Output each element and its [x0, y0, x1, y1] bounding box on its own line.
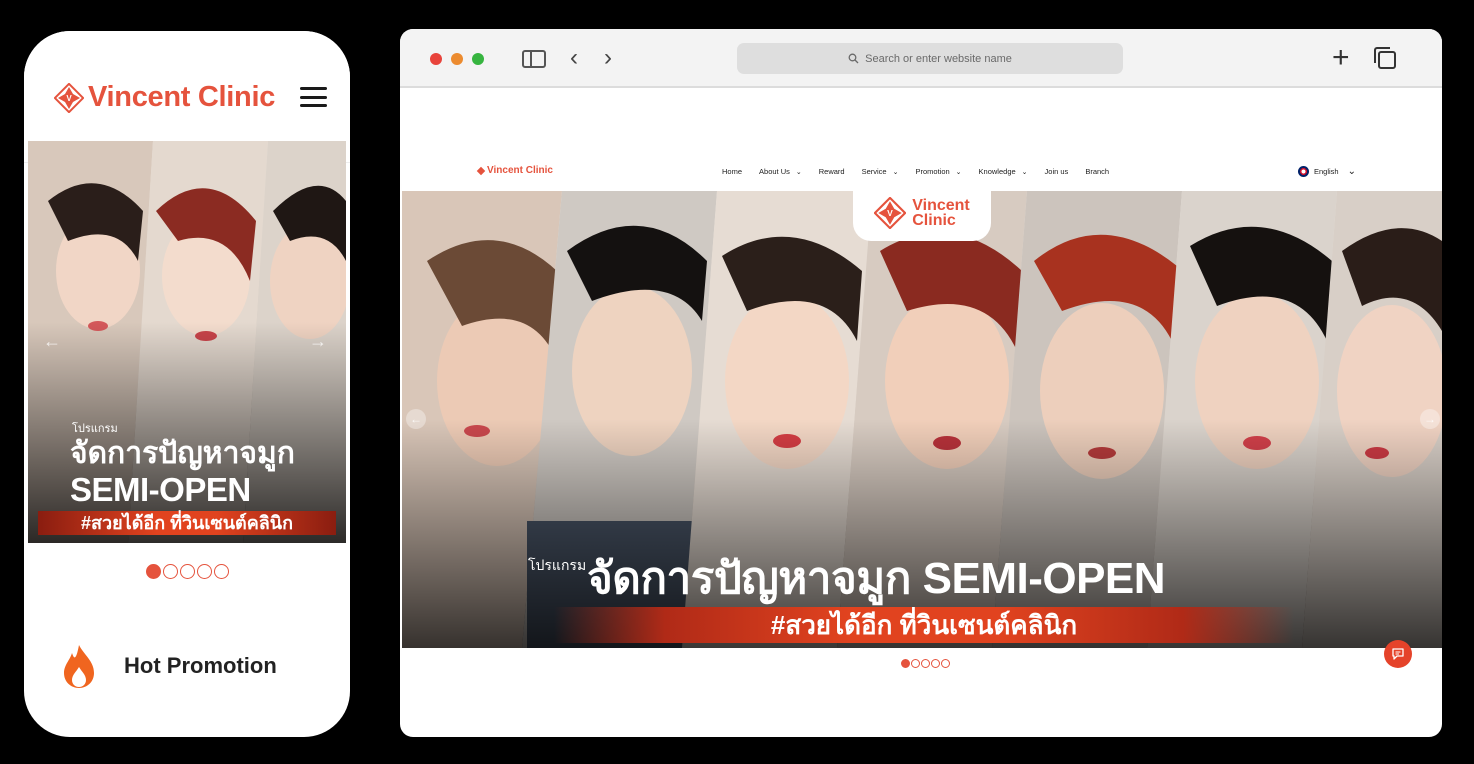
carousel-prev-icon[interactable]: ← [42, 331, 62, 351]
browser-toolbar: ‹ › Search or enter website name + [400, 29, 1442, 88]
browser-carousel-dot[interactable] [931, 659, 940, 668]
nav-item-label: About Us [759, 167, 790, 176]
nav-item-branch[interactable]: Branch [1085, 167, 1109, 176]
nav-item-label: Knowledge [978, 167, 1016, 176]
site-logo[interactable]: Vincent Clinic [476, 165, 553, 176]
nav-item-about-us[interactable]: About Us ⌄ [759, 167, 802, 176]
chevron-down-icon: ⌄ [1347, 166, 1356, 177]
mobile-hero-small-text: โปรแกรม [72, 423, 118, 435]
close-window-button[interactable] [430, 53, 442, 65]
back-arrow-icon[interactable]: ‹ [570, 43, 578, 73]
hot-promotion-label: Hot Promotion [124, 653, 277, 678]
address-bar[interactable]: Search or enter website name [737, 43, 1123, 74]
mobile-carousel-dots [146, 564, 229, 579]
hero-small-text: โปรแกรม [528, 557, 587, 573]
clinic-logo-icon [476, 166, 486, 175]
hot-promotion-heading: Hot Promotion [60, 643, 277, 689]
chat-button[interactable] [1384, 640, 1412, 668]
hero-ribbon: #สวยได้อีก ที่วินเซนต์คลินิก [554, 607, 1294, 643]
nav-item-reward[interactable]: Reward [819, 167, 845, 176]
carousel-next-icon[interactable]: → [308, 331, 328, 351]
clinic-logo-icon: V [54, 82, 84, 113]
chevron-down-icon: ⌄ [955, 168, 962, 176]
nav-item-label: Service [861, 167, 887, 176]
browser-carousel-dot[interactable] [941, 659, 950, 668]
browser-carousel-dot[interactable] [911, 659, 920, 668]
uk-flag-icon [1298, 166, 1309, 177]
language-label: English [1314, 167, 1339, 176]
address-placeholder: Search or enter website name [865, 52, 1012, 65]
site-brand-name: Vincent Clinic [487, 165, 553, 176]
sidebar-toggle-icon[interactable] [522, 50, 546, 68]
browser-carousel-dots [901, 659, 950, 668]
nav-item-label: Reward [818, 167, 845, 176]
nav-item-label: Home [722, 167, 743, 176]
hamburger-menu-icon[interactable] [300, 87, 327, 107]
mobile-carousel-dot[interactable] [180, 564, 195, 579]
language-selector[interactable]: English ⌄ [1298, 166, 1356, 177]
svg-text:V: V [66, 94, 72, 103]
mobile-hero-banner[interactable]: → ← โปรแกรม จัดการปัญหาจมูก SEMI-OPEN #ส… [28, 141, 346, 543]
nav-item-join-us[interactable]: Join us [1045, 167, 1069, 176]
browser-window: ‹ › Search or enter website name + Vince… [400, 29, 1442, 737]
hero-title: จัดการปัญหาจมูก SEMI-OPEN [587, 554, 1166, 603]
carousel-next-icon[interactable]: → [1420, 409, 1440, 429]
flame-icon [64, 645, 94, 688]
hero-logo-line1: Vincent [912, 197, 970, 214]
hero-logo-line2: Clinic [912, 212, 956, 229]
browser-carousel-dot[interactable] [901, 659, 910, 668]
forward-arrow-icon[interactable]: › [604, 43, 612, 73]
browser-carousel-dot[interactable] [921, 659, 930, 668]
mobile-logo[interactable]: V Vincent Clinic [54, 81, 275, 114]
hero-logo-badge: V Vincent Clinic [853, 191, 991, 241]
site-nav-menu: Home About Us ⌄ Reward Service ⌄ Promotion ⌄ Kno… [722, 167, 1126, 176]
nav-item-service[interactable]: Service ⌄ [862, 167, 899, 176]
chevron-down-icon: ⌄ [892, 168, 899, 176]
tabs-overview-icon[interactable] [1374, 47, 1396, 69]
maximize-window-button[interactable] [472, 53, 484, 65]
mobile-mockup: V Vincent Clinic → ← โปรแกรม จัดการปัญหา… [24, 31, 350, 737]
hero-banner[interactable]: V Vincent Clinic ← → โปรแกรม จัดการปัญหา… [402, 191, 1442, 648]
mobile-carousel-dot[interactable] [163, 564, 178, 579]
new-tab-plus-icon[interactable]: + [1332, 43, 1350, 73]
svg-text:V: V [887, 208, 893, 218]
chevron-down-icon: ⌄ [795, 168, 802, 176]
nav-item-label: Promotion [915, 167, 950, 176]
nav-item-label: Branch [1085, 167, 1110, 176]
carousel-prev-icon[interactable]: ← [406, 409, 426, 429]
nav-item-home[interactable]: Home [722, 167, 742, 176]
chat-icon [1392, 648, 1404, 660]
search-icon [848, 53, 859, 64]
mobile-brand-name: Vincent Clinic [88, 81, 276, 113]
mobile-carousel-dot[interactable] [197, 564, 212, 579]
nav-item-knowledge[interactable]: Knowledge ⌄ [979, 167, 1028, 176]
nav-item-label: Join us [1044, 167, 1069, 176]
mobile-carousel-dot[interactable] [214, 564, 229, 579]
chevron-down-icon: ⌄ [1021, 168, 1028, 176]
mobile-hero-title-line1: จัดการปัญหาจมูก [70, 437, 295, 470]
mobile-hero-ribbon: #สวยได้อีก ที่วินเซนต์คลินิก [38, 511, 336, 535]
mobile-carousel-dot[interactable] [146, 564, 161, 579]
mobile-hero-title-line2: SEMI-OPEN [70, 471, 251, 508]
nav-item-promotion[interactable]: Promotion ⌄ [915, 167, 961, 176]
site-navbar: Vincent Clinic Home About Us ⌄ Reward Servic… [400, 157, 1442, 189]
clinic-logo-icon: V [874, 197, 907, 229]
minimize-window-button[interactable] [451, 53, 463, 65]
